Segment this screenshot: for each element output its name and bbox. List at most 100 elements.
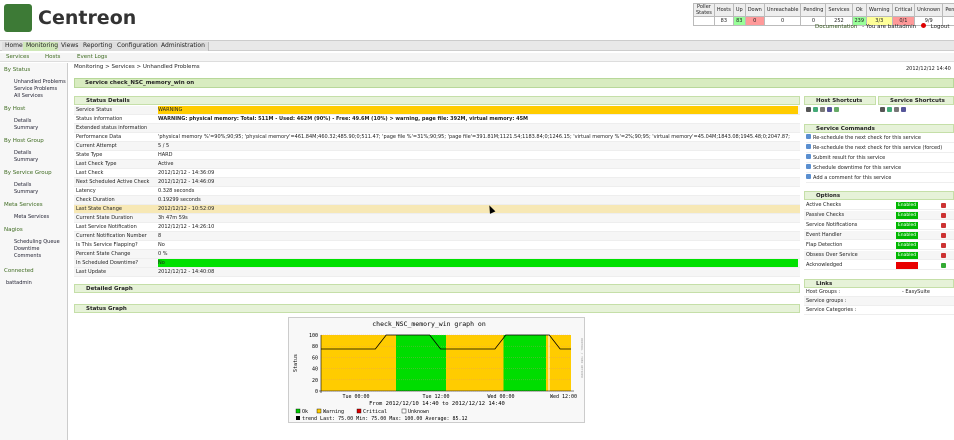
poller-value-cell[interactable]: 0 xyxy=(744,16,765,26)
legend-label: Critical xyxy=(363,409,387,415)
service-command[interactable]: Add a comment for this service xyxy=(806,174,954,183)
chart-icon[interactable] xyxy=(887,107,892,112)
status-value: 'physical memory %'=90%;90;95; 'physical… xyxy=(158,134,790,140)
status-graph-title: Status Graph xyxy=(86,306,127,312)
sidebar-section-title[interactable]: By Status xyxy=(4,67,30,73)
sidebar-item[interactable]: Scheduling Queue xyxy=(14,239,60,245)
link-value[interactable]: - EasySuite xyxy=(902,288,930,297)
status-icon[interactable] xyxy=(827,107,832,112)
option-status: Enabled xyxy=(896,232,918,239)
disable-icon[interactable] xyxy=(941,213,946,218)
log-icon[interactable] xyxy=(806,107,811,112)
sidebar-section-title[interactable]: Meta Services xyxy=(4,202,43,208)
detailed-graph-header[interactable]: Detailed Graph xyxy=(74,284,800,293)
menu-tab-views[interactable]: Views xyxy=(58,42,83,51)
submenu-services[interactable]: Services xyxy=(6,54,29,60)
status-value: 2012/12/12 - 14:40:08 xyxy=(158,269,215,275)
status-row: Latency 0.328 seconds xyxy=(74,187,800,196)
status-graph-header[interactable]: Status Graph xyxy=(74,304,800,313)
command-icon xyxy=(806,154,811,159)
legend-swatch xyxy=(356,408,362,414)
log-icon[interactable] xyxy=(880,107,885,112)
config-icon[interactable] xyxy=(894,107,899,112)
status-key: Percent State Change xyxy=(76,251,131,257)
sidebar-item[interactable]: Comments xyxy=(14,253,41,259)
menu-tab-administration[interactable]: Administration xyxy=(158,42,209,51)
logout-icon[interactable] xyxy=(920,23,926,28)
status-key: Last State Change xyxy=(76,206,122,212)
status-key: Last Update xyxy=(76,269,107,275)
sidebar-item[interactable]: Meta Services xyxy=(14,214,49,220)
status-key: Next Scheduled Active Check xyxy=(76,179,150,185)
poller-value-cell[interactable]: 0 xyxy=(763,16,802,26)
status-details-title: Status Details xyxy=(86,98,130,104)
status-value: 2012/12/12 - 14:36:09 xyxy=(158,170,215,176)
status-row: In Scheduled Downtime? No xyxy=(74,259,800,268)
disable-icon[interactable] xyxy=(941,243,946,248)
status-value: 8 xyxy=(158,233,162,239)
service-title-bar: Service check_NSC_memory_win on xyxy=(74,78,954,88)
sidebar-item[interactable]: Details xyxy=(14,150,31,156)
link-row: Host Groups : - EasySuite xyxy=(804,288,954,297)
documentation-link[interactable]: Documentation xyxy=(815,24,857,30)
status-value: 3h 47m 59s xyxy=(158,215,188,221)
sidebar-section-title[interactable]: By Host Group xyxy=(4,138,44,144)
menu-tab-configuration[interactable]: Configuration xyxy=(114,42,162,51)
chart-icon[interactable] xyxy=(813,107,818,112)
sidebar-section-title[interactable]: By Service Group xyxy=(4,170,52,176)
user-label: - You are battadmin xyxy=(862,24,917,30)
status-row: Performance Data 'physical memory %'=90%;… xyxy=(74,133,800,142)
sidebar-item[interactable]: Summary xyxy=(14,157,38,163)
sidebar-section-title[interactable]: Nagios xyxy=(4,227,23,233)
status-key: Latency xyxy=(76,188,96,194)
submenu-hosts[interactable]: Hosts xyxy=(45,54,60,60)
submenu-event-logs[interactable]: Event Logs xyxy=(77,54,107,60)
sidebar-item[interactable]: Details xyxy=(14,182,31,188)
sidebar-section-title[interactable]: By Host xyxy=(4,106,25,112)
disable-icon[interactable] xyxy=(941,233,946,238)
graph-icon[interactable] xyxy=(834,107,839,112)
service-command[interactable]: Re-schedule the next check for this serv… xyxy=(806,144,954,153)
option-row: Flap Detection Enabled xyxy=(804,241,954,250)
option-row: Acknowledged xyxy=(804,261,954,270)
sidebar-item[interactable]: Summary xyxy=(14,189,38,195)
poller-header-cell: Services xyxy=(825,3,853,17)
poller-header-cell: Up xyxy=(732,3,746,17)
options-title: Options xyxy=(816,193,841,199)
enable-icon[interactable] xyxy=(941,263,946,268)
sidebar-item[interactable]: Downtime xyxy=(14,246,39,252)
sidebar-item[interactable]: Unhandled Problems xyxy=(14,79,66,85)
logout-link[interactable]: Logout xyxy=(931,24,950,30)
service-command[interactable]: Re-schedule the next check for this serv… xyxy=(806,134,954,143)
service-shortcuts-title: Service Shortcuts xyxy=(890,98,945,104)
status-row: State Type HARD xyxy=(74,151,800,160)
sidebar-item[interactable]: Service Problems xyxy=(14,86,57,92)
config-icon[interactable] xyxy=(820,107,825,112)
service-command[interactable]: Schedule downtime for this service xyxy=(806,164,954,173)
links-header: Links xyxy=(804,279,954,288)
sidebar-item[interactable]: Summary xyxy=(14,125,38,131)
poller-value-cell[interactable] xyxy=(693,16,715,26)
sidebar-item[interactable]: All Services xyxy=(14,93,43,99)
menu-tab-reporting[interactable]: Reporting xyxy=(80,42,117,51)
connected-user[interactable]: battadmin xyxy=(6,280,32,286)
disable-icon[interactable] xyxy=(941,223,946,228)
status-key: Last Check xyxy=(76,170,104,176)
disable-icon[interactable] xyxy=(941,253,946,258)
option-row: Event Handler Enabled xyxy=(804,231,954,240)
sidebar-item[interactable]: Details xyxy=(14,118,31,124)
disable-icon[interactable] xyxy=(941,203,946,208)
centreon-logo[interactable]: Centreon xyxy=(4,4,136,32)
status-icon[interactable] xyxy=(901,107,906,112)
poller-value-cell[interactable]: 83 xyxy=(713,16,734,26)
link-label: Service Categories : xyxy=(806,307,857,313)
status-value: 2012/12/12 - 10:52:09 xyxy=(158,206,215,212)
service-commands-header: Service Commands xyxy=(804,124,954,133)
poller-value-cell[interactable]: 83 xyxy=(732,16,746,26)
menu-tab-monitoring[interactable]: Monitoring xyxy=(23,42,63,51)
status-value: WARNING xyxy=(158,106,798,114)
breadcrumb[interactable]: Monitoring > Services > Unhandled Proble… xyxy=(74,64,200,70)
status-value: 2012/12/12 - 14:46:09 xyxy=(158,179,215,185)
option-status: Enabled xyxy=(896,242,918,249)
service-command[interactable]: Submit result for this service xyxy=(806,154,954,163)
